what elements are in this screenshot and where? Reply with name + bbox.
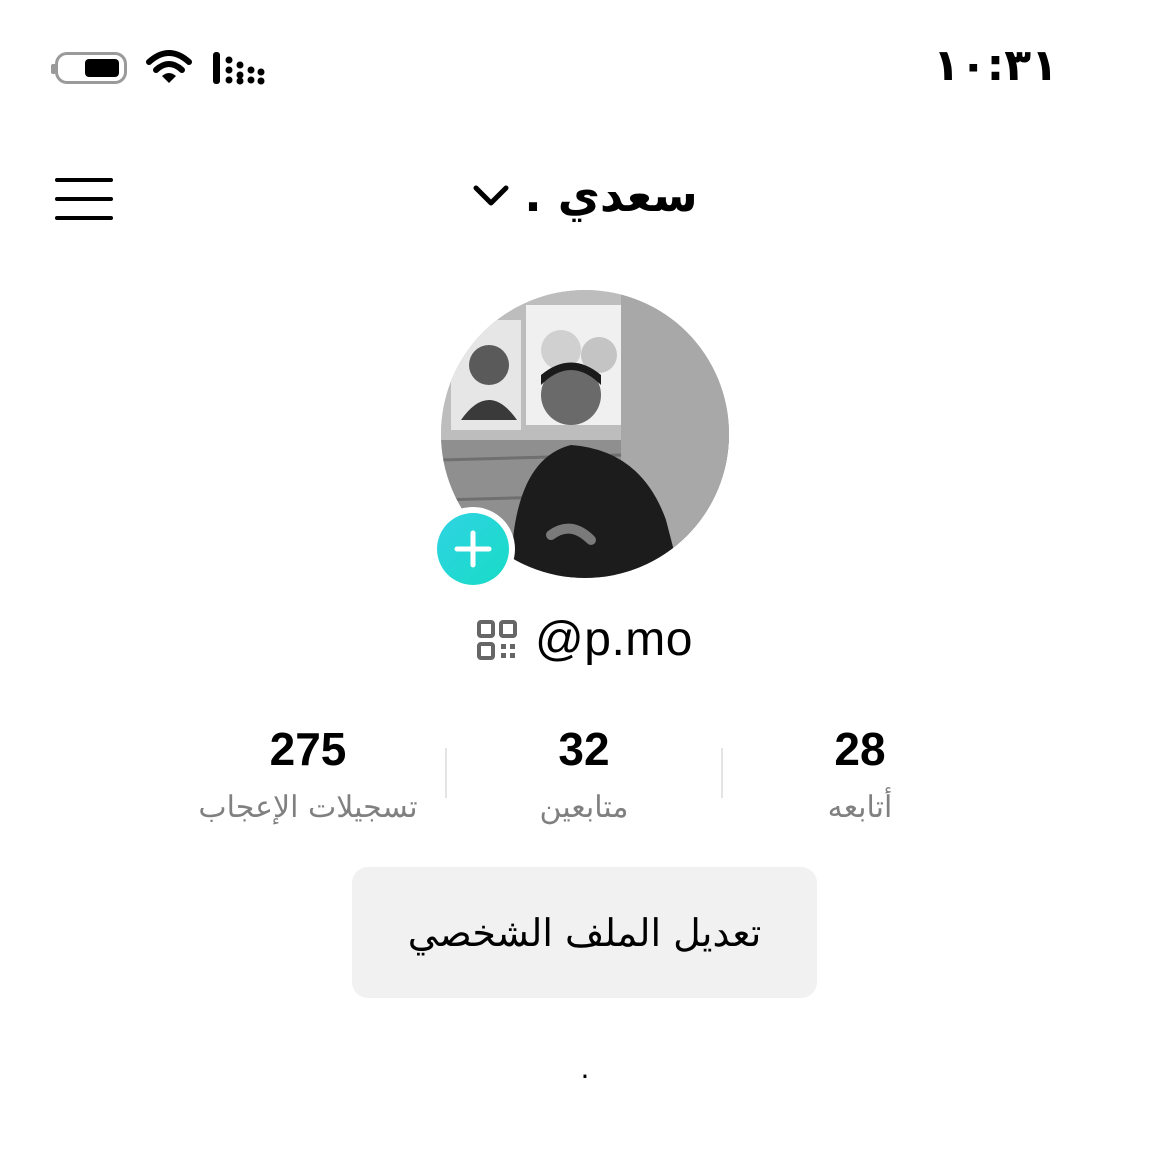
stat-divider: [721, 748, 723, 798]
account-switcher[interactable]: سعدي .: [0, 168, 1170, 222]
add-story-button[interactable]: [431, 507, 515, 591]
stat-followers[interactable]: 32 متابعين: [449, 722, 719, 825]
qr-code-icon[interactable]: [477, 619, 518, 660]
following-label: أتابعه: [827, 790, 893, 825]
chevron-down-icon: [473, 185, 509, 206]
plus-icon: [454, 530, 492, 568]
likes-label: تسجيلات الإعجاب: [198, 790, 418, 825]
page-title: سعدي .: [524, 168, 698, 222]
username-handle: @p.mo: [535, 613, 693, 666]
status-time: ١٠:٣١: [932, 40, 1058, 91]
stat-divider: [445, 748, 447, 798]
cellular-signal-icon: [213, 52, 265, 85]
status-bar-icons: [51, 48, 265, 88]
wifi-icon: [146, 50, 192, 83]
likes-count: 275: [269, 723, 347, 775]
handle-row: @p.mo: [0, 612, 1170, 667]
battery-icon: [51, 52, 127, 84]
bio-text: .: [580, 1052, 590, 1085]
followers-label: متابعين: [539, 790, 629, 825]
stat-likes[interactable]: 275 تسجيلات الإعجاب: [173, 722, 443, 825]
following-count: 28: [834, 723, 886, 775]
edit-profile-button[interactable]: تعديل الملف الشخصي: [352, 867, 817, 998]
followers-count: 32: [558, 723, 610, 775]
stat-following[interactable]: 28 أتابعه: [725, 722, 995, 825]
